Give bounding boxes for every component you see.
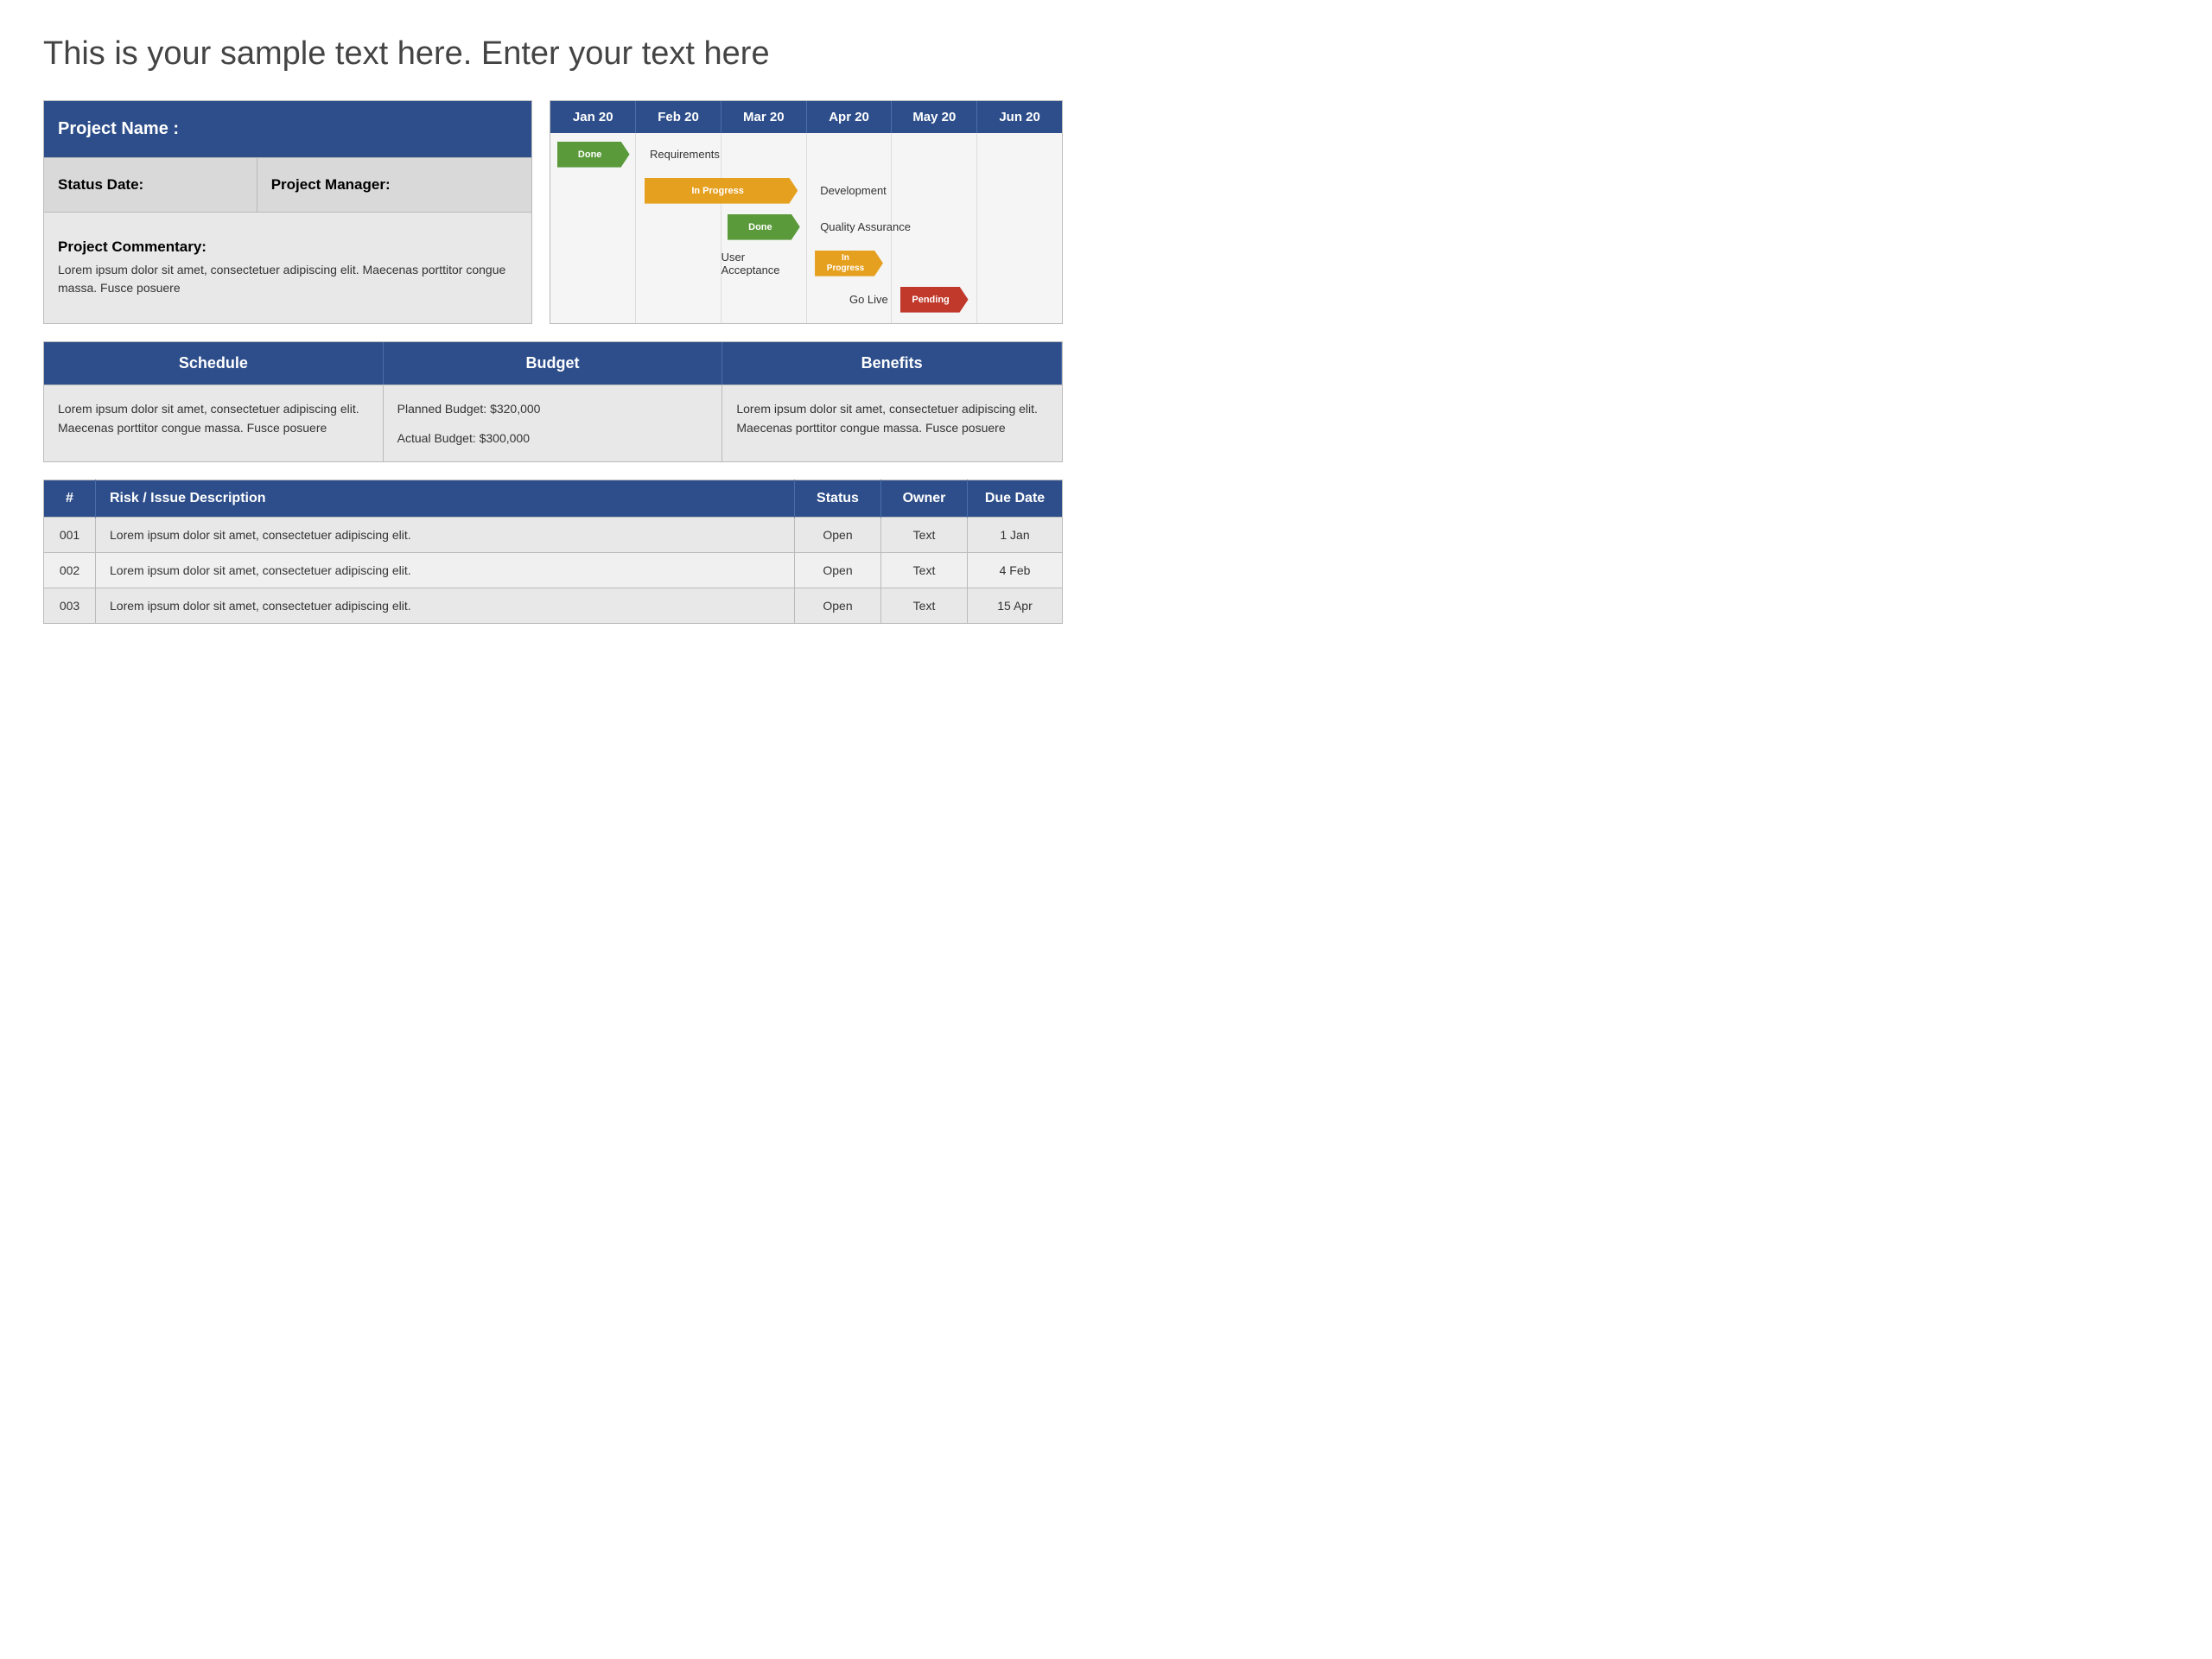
gantt-row-qa: Done Quality Assurance (550, 214, 1062, 240)
gantt-label-qa: Quality Assurance (820, 220, 911, 233)
gantt-row-ua: User Acceptance InProgress (550, 251, 1062, 276)
risk-number: 001 (44, 518, 96, 553)
benefits-body: Lorem ipsum dolor sit amet, consectetuer… (722, 385, 1062, 462)
gantt-bar-ua: InProgress (815, 251, 883, 276)
gantt-label-requirements: Requirements (650, 148, 720, 161)
commentary-title: Project Commentary: (58, 238, 518, 256)
benefits-header: Benefits (722, 342, 1062, 385)
risk-col-due-date: Due Date (968, 480, 1063, 518)
gantt-bar-golive: Pending (900, 287, 969, 313)
risk-row: 003 Lorem ipsum dolor sit amet, consecte… (44, 588, 1063, 624)
risk-due-date: 15 Apr (968, 588, 1063, 624)
risk-status: Open (795, 518, 881, 553)
gantt-col-jan: Jan 20 (550, 101, 636, 133)
risk-owner: Text (881, 518, 968, 553)
project-name-cell: Project Name : (44, 100, 532, 158)
gantt-row-development: In Progress Development (550, 178, 1062, 204)
gantt-label-golive: Go Live (849, 293, 888, 306)
status-date-label: Status Date: (44, 158, 257, 212)
risk-status: Open (795, 553, 881, 588)
risk-description: Lorem ipsum dolor sit amet, consectetuer… (96, 553, 795, 588)
gantt-bar-requirements: Done (557, 142, 630, 168)
risk-owner: Text (881, 588, 968, 624)
risk-col-status: Status (795, 480, 881, 518)
budget-body: Planned Budget: $320,000 Actual Budget: … (384, 385, 723, 462)
gantt-bar-qa: Done (728, 214, 800, 240)
project-manager-label: Project Manager: (257, 158, 532, 212)
risk-description: Lorem ipsum dolor sit amet, consectetuer… (96, 518, 795, 553)
risk-due-date: 1 Jan (968, 518, 1063, 553)
actual-budget: Actual Budget: $300,000 (397, 429, 709, 448)
risk-number: 002 (44, 553, 96, 588)
commentary-text: Lorem ipsum dolor sit amet, consectetuer… (58, 263, 505, 295)
budget-header: Budget (384, 342, 723, 385)
gantt-label-ua: User Acceptance (721, 251, 804, 276)
risk-col-description: Risk / Issue Description (96, 480, 795, 518)
schedule-header: Schedule (44, 342, 384, 385)
gantt-col-may: May 20 (892, 101, 977, 133)
planned-budget: Planned Budget: $320,000 (397, 399, 709, 418)
risk-due-date: 4 Feb (968, 553, 1063, 588)
risk-owner: Text (881, 553, 968, 588)
risk-issue-table: # Risk / Issue Description Status Owner … (43, 480, 1063, 624)
risk-col-number: # (44, 480, 96, 518)
project-info-table: Project Name : Status Date: Project Mana… (43, 100, 532, 324)
risk-col-owner: Owner (881, 480, 968, 518)
risk-status: Open (795, 588, 881, 624)
gantt-header: Jan 20 Feb 20 Mar 20 Apr 20 May 20 Jun 2… (550, 101, 1062, 133)
gantt-row-golive: Go Live Pending (550, 287, 1062, 313)
gantt-chart: Jan 20 Feb 20 Mar 20 Apr 20 May 20 Jun 2… (550, 100, 1063, 324)
gantt-row-requirements: Done Requirements (550, 142, 1062, 168)
gantt-col-mar: Mar 20 (721, 101, 807, 133)
page-title: This is your sample text here. Enter you… (43, 35, 1063, 74)
commentary-cell: Project Commentary: Lorem ipsum dolor si… (44, 212, 532, 323)
schedule-body: Lorem ipsum dolor sit amet, consectetuer… (44, 385, 384, 462)
risk-number: 003 (44, 588, 96, 624)
risk-row: 002 Lorem ipsum dolor sit amet, consecte… (44, 553, 1063, 588)
sbb-section: Schedule Budget Benefits Lorem ipsum dol… (43, 341, 1063, 463)
gantt-body: Done Requirements In Progress Developmen… (550, 133, 1062, 323)
risk-row: 001 Lorem ipsum dolor sit amet, consecte… (44, 518, 1063, 553)
gantt-col-jun: Jun 20 (977, 101, 1062, 133)
gantt-label-development: Development (820, 184, 887, 197)
gantt-col-feb: Feb 20 (636, 101, 721, 133)
risk-description: Lorem ipsum dolor sit amet, consectetuer… (96, 588, 795, 624)
top-section: Project Name : Status Date: Project Mana… (43, 100, 1063, 324)
gantt-bar-development: In Progress (645, 178, 798, 204)
gantt-col-apr: Apr 20 (807, 101, 893, 133)
